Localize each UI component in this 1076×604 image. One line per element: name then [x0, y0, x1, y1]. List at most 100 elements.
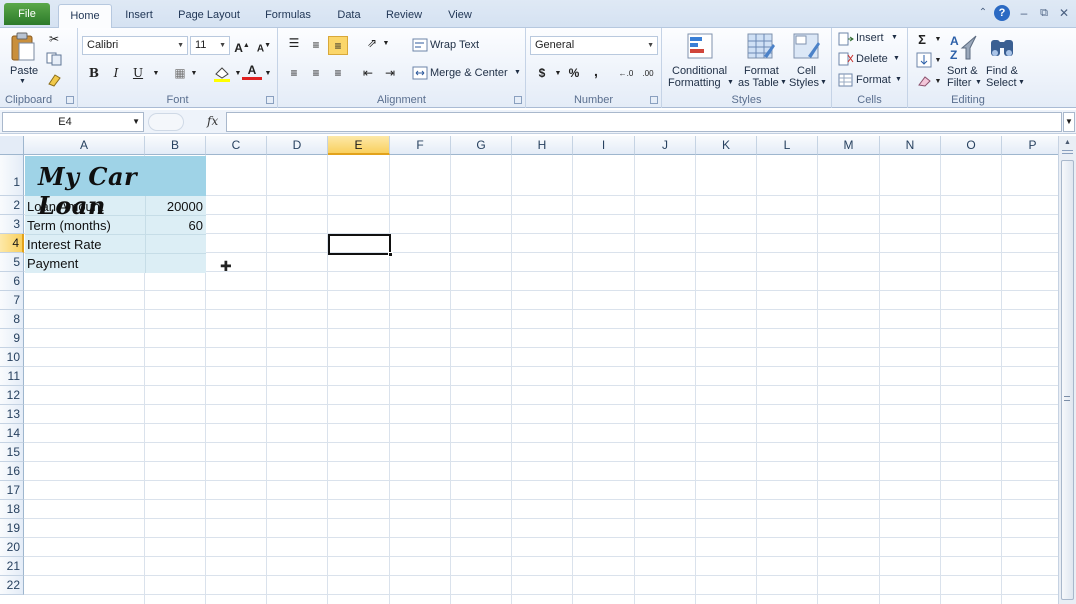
format-as-table-dropdown-icon[interactable]: ▼ [780, 79, 787, 86]
number-launcher-icon[interactable] [650, 96, 658, 104]
conditional-formatting-line2[interactable]: Formatting [668, 77, 721, 89]
align-center-icon[interactable]: ≡ [306, 64, 326, 83]
font-name-select[interactable]: Calibri ▼ [82, 36, 188, 55]
tab-file[interactable]: File [4, 3, 50, 25]
format-as-table-icon[interactable] [746, 32, 776, 62]
font-color-dropdown-icon[interactable]: ▼ [258, 64, 278, 83]
row-header-7[interactable]: 7 [0, 291, 24, 310]
help-icon[interactable]: ? [994, 5, 1010, 21]
cell-styles-line2[interactable]: Styles [789, 77, 819, 89]
formula-bar-expander[interactable] [148, 113, 184, 131]
find-select-icon[interactable] [988, 32, 1018, 62]
row-header-22[interactable]: 22 [0, 576, 24, 595]
row-header-1[interactable]: 1 [0, 155, 24, 196]
fill-dropdown-icon[interactable]: ▼ [928, 51, 948, 70]
merge-center-icon[interactable] [412, 66, 428, 80]
row-header-16[interactable]: 16 [0, 462, 24, 481]
delete-cells-button[interactable]: Delete [856, 53, 888, 65]
comma-icon[interactable]: , [586, 62, 606, 81]
middle-align-icon[interactable]: ≡ [306, 36, 326, 55]
shrink-font-icon[interactable]: A▼ [254, 36, 274, 55]
cell-styles-line1[interactable]: Cell [797, 65, 816, 77]
column-header-H[interactable]: H [512, 136, 573, 155]
conditional-formatting-line1[interactable]: Conditional [672, 65, 727, 77]
vertical-scrollbar[interactable]: ▲ [1058, 136, 1076, 604]
paste-dropdown-icon[interactable]: ▼ [19, 78, 26, 85]
wrap-text-button[interactable]: Wrap Text [430, 39, 479, 51]
column-header-L[interactable]: L [757, 136, 818, 155]
row-header-21[interactable]: 21 [0, 557, 24, 576]
minimize-ribbon-icon[interactable]: ⌃ [975, 5, 991, 21]
find-select-line2[interactable]: Select [986, 77, 1017, 89]
format-as-table-line2[interactable]: as Table [738, 77, 779, 89]
row-header-14[interactable]: 14 [0, 424, 24, 443]
find-select-line1[interactable]: Find & [986, 65, 1018, 77]
active-cell-E4[interactable] [328, 234, 393, 257]
underline-dropdown-icon[interactable]: ▼ [146, 64, 166, 83]
window-restore-icon[interactable]: ⧉ [1036, 5, 1052, 21]
wrap-text-icon[interactable] [412, 38, 428, 52]
increase-decimal-icon[interactable]: ←.0 [616, 64, 636, 83]
column-header-M[interactable]: M [818, 136, 880, 155]
column-header-E[interactable]: E [328, 136, 390, 155]
column-header-A[interactable]: A [24, 136, 145, 155]
row-header-19[interactable]: 19 [0, 519, 24, 538]
format-cells-icon[interactable] [838, 73, 854, 87]
decrease-indent-icon[interactable]: ⇤ [358, 64, 378, 83]
align-left-icon[interactable]: ≡ [284, 64, 304, 83]
row-header-10[interactable]: 10 [0, 348, 24, 367]
cell-B3-term-value[interactable]: 60 [146, 216, 206, 235]
cell-styles-dropdown-icon[interactable]: ▼ [820, 79, 827, 86]
fill-handle[interactable] [388, 252, 393, 257]
decrease-decimal-icon[interactable]: .00 [638, 64, 658, 83]
tab-data[interactable]: Data [332, 4, 366, 28]
sort-filter-icon[interactable]: A Z [948, 32, 978, 62]
autosum-dropdown-icon[interactable]: ▼ [928, 30, 948, 49]
bold-icon[interactable]: B [84, 64, 104, 83]
cell-A3-term-label[interactable]: Term (months) [25, 216, 144, 235]
scroll-up-arrow-icon[interactable]: ▲ [1061, 138, 1074, 148]
alignment-launcher-icon[interactable] [514, 96, 522, 104]
delete-cells-icon[interactable] [838, 52, 854, 66]
scroll-thumb[interactable] [1061, 160, 1074, 600]
conditional-formatting-dropdown-icon[interactable]: ▼ [727, 79, 734, 86]
column-header-F[interactable]: F [390, 136, 451, 155]
worksheet-grid[interactable]: ABCDEFGHIJKLMNOP 1 2 3 4 5 6 7 8 9 10 11 12 13 14 15 16… [0, 136, 1058, 604]
number-format-select[interactable]: General ▼ [530, 36, 658, 55]
cut-icon[interactable]: ✂ [44, 30, 64, 49]
tab-view[interactable]: View [442, 4, 478, 28]
name-box-dropdown-icon[interactable]: ▼ [132, 113, 140, 131]
cell-A5-payment-label[interactable]: Payment [25, 254, 144, 273]
column-header-K[interactable]: K [696, 136, 757, 155]
insert-cells-icon[interactable] [838, 32, 854, 46]
row-header-12[interactable]: 12 [0, 386, 24, 405]
merge-center-dropdown-icon[interactable]: ▼ [514, 69, 521, 76]
row-header-6[interactable]: 6 [0, 272, 24, 291]
cell-styles-icon[interactable] [792, 32, 822, 62]
format-as-table-line1[interactable]: Format [744, 65, 779, 77]
name-box[interactable]: E4 ▼ [2, 112, 144, 132]
row-header-3[interactable]: 3 [0, 215, 24, 234]
font-size-select[interactable]: 11 ▼ [190, 36, 230, 55]
cell-A4-interest-rate-label[interactable]: Interest Rate [25, 235, 144, 254]
row-header-18[interactable]: 18 [0, 500, 24, 519]
paste-icon[interactable] [10, 32, 36, 62]
insert-function-icon[interactable]: fx [207, 114, 218, 128]
column-header-J[interactable]: J [635, 136, 696, 155]
window-close-icon[interactable]: ✕ [1056, 5, 1072, 21]
copy-icon[interactable] [46, 52, 64, 66]
row-header-15[interactable]: 15 [0, 443, 24, 462]
row-header-4[interactable]: 4 [0, 234, 24, 253]
row-header-11[interactable]: 11 [0, 367, 24, 386]
split-box-icon[interactable] [1062, 150, 1073, 154]
format-painter-icon[interactable] [46, 72, 64, 88]
tab-home[interactable]: Home [58, 4, 112, 29]
row-header-17[interactable]: 17 [0, 481, 24, 500]
find-select-dropdown-icon[interactable]: ▼ [1018, 79, 1025, 86]
top-align-icon[interactable]: ☰ [284, 34, 304, 53]
tab-review[interactable]: Review [382, 4, 426, 28]
row-header-2[interactable]: 2 [0, 196, 24, 215]
format-cells-dropdown-icon[interactable]: ▼ [895, 76, 902, 83]
row-header-13[interactable]: 13 [0, 405, 24, 424]
percent-icon[interactable]: % [564, 64, 584, 83]
